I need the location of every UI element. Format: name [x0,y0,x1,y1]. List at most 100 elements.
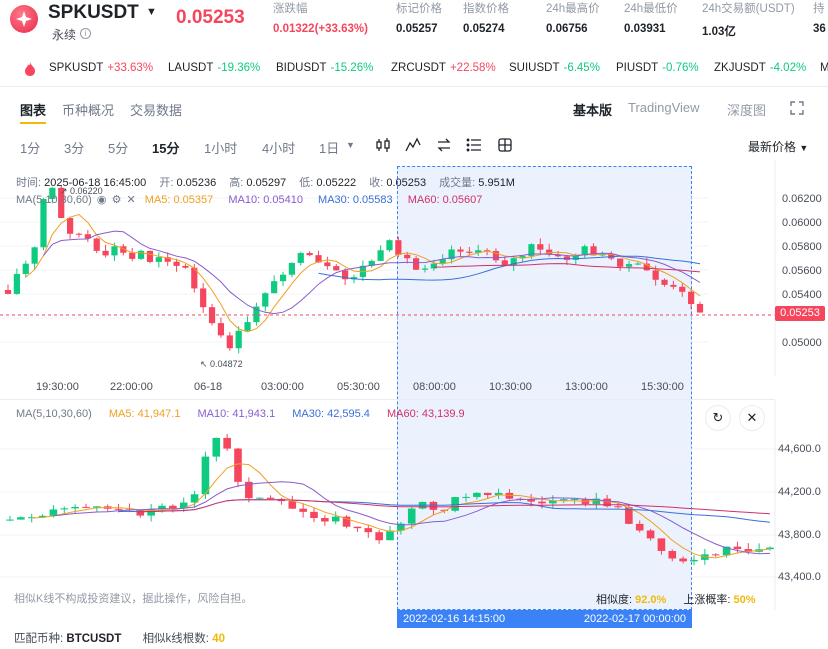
candle [661,278,668,287]
candle [581,244,588,258]
price-type-select[interactable]: 最新价格 ▼ [748,138,808,155]
stat-mark-price: 标记价格 0.05257 [396,3,442,35]
candle [297,251,304,266]
candle [253,302,260,326]
candle [82,503,90,508]
stat-change: 涨跌幅 0.01322(+33.63%) [273,3,368,35]
x-tick: 03:00:00 [261,381,304,393]
info-icon[interactable]: i [80,28,91,39]
ticker-item[interactable]: SUIUSDT -6.45% [509,62,600,74]
interval-1d[interactable]: 1日 [319,138,339,157]
candle [279,271,287,286]
close-icon[interactable]: ✕ [127,194,136,206]
candle [288,495,297,509]
candle [93,506,101,513]
candle [277,497,286,505]
tab-basic[interactable]: 基本版 [573,100,612,119]
active-tab-underline [20,122,46,124]
candle [386,239,393,252]
candle [262,292,269,312]
indicator-icon[interactable] [405,137,423,153]
candle [201,451,210,500]
similar-ma-legend: MA(5,10,30,60) MA5: 41,947.1 MA10: 41,94… [16,408,465,420]
candle [668,549,677,562]
tab-depth[interactable]: 深度图 [727,100,766,119]
list-settings-icon[interactable] [466,137,484,153]
candle [342,515,351,529]
symbol-dropdown-icon[interactable]: ▼ [146,6,157,18]
candle [679,556,687,564]
spk-logo-icon [10,5,38,33]
interval-3m[interactable]: 3分 [64,138,84,157]
ticker-item[interactable]: ZKJUSDT -4.02% [714,62,806,74]
price-type-label: 最新价格 [748,140,797,154]
interval-4h[interactable]: 4小时 [262,138,295,157]
ticker-item[interactable]: BIDUSDT -15.26% [276,62,373,74]
tab-chart[interactable]: 图表 [20,100,46,119]
candle [690,555,698,566]
candle [331,511,340,525]
y-tick: 44,200.0 [778,486,821,498]
candle [353,526,362,532]
fullscreen-icon[interactable] [790,101,804,120]
ticker-item[interactable]: PIUSDT -0.76% [616,62,699,74]
interval-5m[interactable]: 5分 [108,138,128,157]
y-tick: 44,600.0 [778,443,821,455]
footer: 匹配币种: BTCUSDT 相似k线根数: 40 [14,633,226,645]
candle [288,262,296,278]
interval-15m[interactable]: 15分 [152,138,179,157]
candle [244,316,251,332]
candle [397,522,405,535]
candle [245,477,253,503]
candle [299,503,307,518]
interval-1m[interactable]: 1分 [20,138,40,157]
layout-icon[interactable] [497,137,515,153]
candle [146,250,154,264]
close-similar-button[interactable]: ✕ [739,405,765,431]
ticker-item[interactable]: ZRCUSDT +22.58% [391,62,496,74]
candle [234,447,242,488]
candle [421,264,429,273]
gear-icon[interactable]: ⚙ [112,194,122,206]
symbol-title[interactable]: SPKUSDT [48,2,139,24]
stat-24h-turnover: 24h交易额(USDT) 1.03亿 [702,3,795,38]
candle [321,515,329,526]
disclaimer-text: 相似K线不构成投资建议，据此操作，风险自担。 [14,593,253,605]
candle [466,246,473,256]
compare-icon[interactable] [436,137,454,153]
ticker-item[interactable]: LAUSDT -19.36% [168,62,260,74]
x-tick: 10:30:00 [489,381,532,393]
candle [679,283,686,297]
candle [429,500,438,515]
candle [310,508,318,523]
y-tick: 0.05000 [782,337,822,349]
candle [84,229,91,243]
candle [306,251,313,257]
tab-trade-data[interactable]: 交易数据 [130,100,182,119]
low-marker: ↖ 0.04872 [200,359,243,369]
similar-date-range: 2022-02-16 14:15:00 2022-02-17 00:00:00 [397,610,692,628]
tab-coin-overview[interactable]: 币种概况 [62,100,114,119]
candle [635,520,644,533]
candle [102,244,109,258]
similar-kline-chart[interactable] [0,400,828,610]
tab-tradingview[interactable]: TradingView [628,100,700,115]
candle [147,503,155,522]
ticker-item[interactable]: SPKUSDT +33.63% [49,62,153,74]
candle [364,524,373,538]
candle [670,280,677,290]
stat-24h-high: 24h最高价 0.06756 [546,3,600,35]
ticker-item[interactable]: M [820,62,828,74]
candle [537,238,544,256]
candle [359,260,366,282]
candle-type-icon[interactable] [375,137,393,153]
x-tick: 15:30:00 [641,381,684,393]
candle [755,543,763,553]
refresh-button[interactable]: ↻ [705,405,731,431]
interval-1h[interactable]: 1小时 [204,138,237,157]
interval-dropdown-icon[interactable]: ▼ [346,140,355,150]
candle [505,489,514,500]
contract-type: 永续 [52,28,77,42]
candle [617,258,624,271]
y-tick: 0.05400 [782,289,822,301]
